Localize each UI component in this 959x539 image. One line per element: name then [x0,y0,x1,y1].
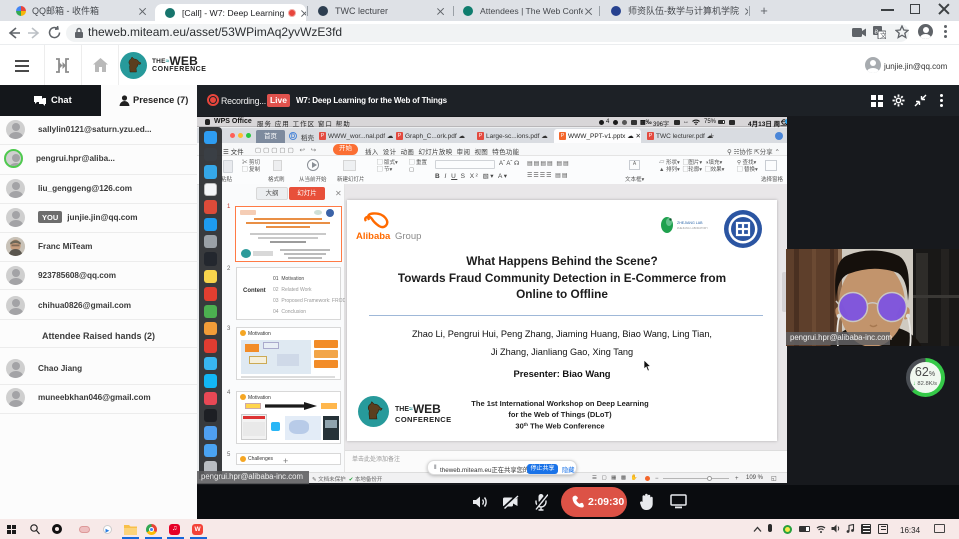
svg-text:ZHEJIANG LABORATORY: ZHEJIANG LABORATORY [677,226,708,230]
svg-text:ZHEJIANG LAB: ZHEJIANG LAB [677,221,703,225]
svg-text:文: 文 [880,31,886,40]
svg-text:Alibaba: Alibaba [356,231,391,242]
svg-text:Group: Group [395,231,421,242]
